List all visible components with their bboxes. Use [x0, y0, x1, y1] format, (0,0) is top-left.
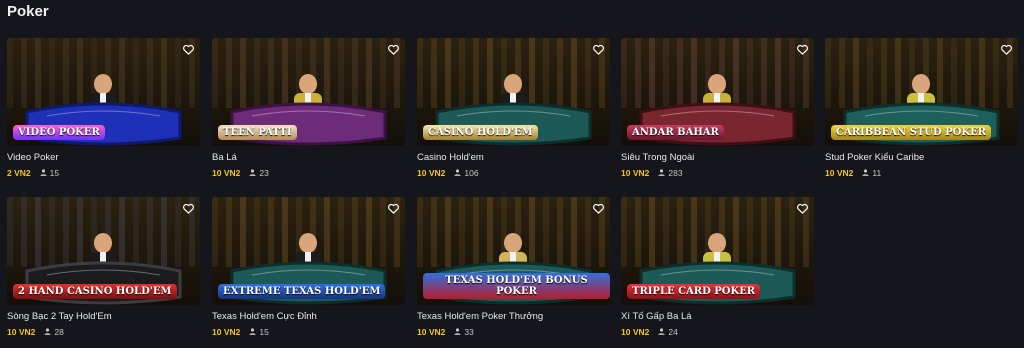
player-count: 23 — [248, 167, 269, 178]
player-count: 28 — [43, 326, 64, 337]
player-count: 106 — [453, 167, 479, 178]
game-meta: 10 VN2 33 — [417, 326, 474, 337]
player-count: 24 — [657, 326, 678, 337]
player-count-value: 283 — [668, 167, 683, 178]
game-thumbnail[interactable]: TEXAS HOLD'EM BONUS POKER — [417, 197, 610, 305]
game-thumbnail[interactable]: CASINO HOLD'EM — [417, 38, 610, 146]
game-thumbnail[interactable]: CARIBBEAN STUD POKER — [825, 38, 1018, 146]
game-card[interactable]: CASINO HOLD'EM Casino Hold'em 10 VN2 106 — [417, 38, 610, 179]
game-thumbnail[interactable]: ANDAR BAHAR — [621, 38, 814, 146]
game-logo: VIDEO POKER — [13, 125, 105, 140]
game-name: Texas Hold'em Poker Thưởng — [417, 311, 544, 322]
player-count: 33 — [453, 326, 474, 337]
favorite-heart-icon[interactable] — [795, 42, 809, 56]
min-bet: 10 VN2 — [212, 326, 241, 337]
game-card[interactable]: TEXAS HOLD'EM BONUS POKER Texas Hold'em … — [417, 197, 610, 338]
game-logo: ANDAR BAHAR — [627, 125, 724, 140]
game-logo: TEXAS HOLD'EM BONUS POKER — [423, 273, 610, 299]
person-icon — [657, 168, 668, 177]
favorite-heart-icon[interactable] — [386, 42, 400, 56]
person-icon — [248, 168, 259, 177]
person-icon — [453, 327, 464, 336]
game-card[interactable]: ANDAR BAHAR Siêu Trong Ngoài 10 VN2 283 — [621, 38, 814, 179]
game-card[interactable]: TEEN PATTI Ba Lá 10 VN2 23 — [212, 38, 405, 179]
game-name: Stud Poker Kiểu Caribe — [825, 152, 925, 163]
game-card[interactable]: TRIPLE CARD POKER Xì Tố Gấp Ba Lá 10 VN2… — [621, 197, 814, 338]
favorite-heart-icon[interactable] — [386, 201, 400, 215]
player-count-value: 15 — [49, 167, 60, 178]
person-icon — [657, 327, 668, 336]
player-count: 15 — [39, 168, 59, 178]
game-logo: CARIBBEAN STUD POKER — [831, 125, 992, 140]
game-grid: VIDEO POKER Video Poker 2 VN2 15 TEEN PA… — [7, 38, 1019, 342]
min-bet: 10 VN2 — [621, 326, 650, 337]
player-count-value: 28 — [54, 326, 64, 337]
section-title: Poker — [7, 3, 49, 20]
game-logo: 2 HAND CASINO HOLD'EM — [13, 284, 177, 299]
favorite-heart-icon[interactable] — [999, 42, 1013, 56]
game-meta: 10 VN2 15 — [212, 326, 269, 337]
min-bet: 2 VN2 — [7, 167, 31, 178]
person-icon — [248, 327, 259, 336]
game-card[interactable]: CARIBBEAN STUD POKER Stud Poker Kiểu Car… — [825, 38, 1018, 179]
game-meta: 10 VN2 24 — [621, 326, 678, 337]
game-thumbnail[interactable]: EXTREME TEXAS HOLD'EM — [212, 197, 405, 305]
person-icon — [39, 168, 50, 177]
game-thumbnail[interactable]: 2 HAND CASINO HOLD'EM — [7, 197, 200, 305]
person-icon — [453, 168, 464, 177]
player-count-value: 33 — [464, 326, 474, 337]
person-icon — [43, 327, 54, 336]
favorite-heart-icon[interactable] — [181, 201, 195, 215]
min-bet: 10 VN2 — [825, 167, 854, 178]
game-card[interactable]: EXTREME TEXAS HOLD'EM Texas Hold'em Cực … — [212, 197, 405, 338]
game-meta: 10 VN2 28 — [7, 326, 64, 337]
favorite-heart-icon[interactable] — [181, 42, 195, 56]
player-count: 283 — [657, 167, 683, 178]
game-meta: 10 VN2 283 — [621, 167, 683, 178]
player-count: 15 — [248, 326, 269, 337]
game-name: Xì Tố Gấp Ba Lá — [621, 311, 692, 322]
game-logo: EXTREME TEXAS HOLD'EM — [218, 284, 386, 299]
player-count-value: 106 — [464, 167, 479, 178]
min-bet: 10 VN2 — [621, 167, 650, 178]
game-logo: CASINO HOLD'EM — [423, 125, 538, 140]
game-thumbnail[interactable]: VIDEO POKER — [7, 38, 200, 146]
game-name: Video Poker — [7, 152, 59, 163]
min-bet: 10 VN2 — [212, 167, 241, 178]
game-meta: 10 VN2 23 — [212, 167, 269, 178]
game-name: Sòng Bạc 2 Tay Hold'Em — [7, 311, 112, 322]
game-name: Texas Hold'em Cực Đỉnh — [212, 311, 317, 322]
game-meta: 10 VN2 106 — [417, 167, 479, 178]
player-count-value: 15 — [259, 326, 269, 337]
player-count-value: 24 — [668, 326, 678, 337]
player-count-value: 11 — [872, 167, 882, 178]
player-count: 11 — [861, 168, 881, 178]
game-thumbnail[interactable]: TEEN PATTI — [212, 38, 405, 146]
game-name: Siêu Trong Ngoài — [621, 152, 695, 163]
min-bet: 10 VN2 — [417, 326, 446, 337]
game-meta: 10 VN2 11 — [825, 167, 881, 178]
min-bet: 10 VN2 — [7, 326, 36, 337]
game-name: Casino Hold'em — [417, 152, 484, 163]
person-icon — [861, 168, 872, 177]
game-card[interactable]: VIDEO POKER Video Poker 2 VN2 15 — [7, 38, 200, 179]
game-name: Ba Lá — [212, 152, 237, 163]
favorite-heart-icon[interactable] — [795, 201, 809, 215]
min-bet: 10 VN2 — [417, 167, 446, 178]
game-logo: TRIPLE CARD POKER — [627, 284, 761, 299]
favorite-heart-icon[interactable] — [591, 42, 605, 56]
favorite-heart-icon[interactable] — [591, 201, 605, 215]
game-logo: TEEN PATTI — [218, 125, 297, 140]
game-thumbnail[interactable]: TRIPLE CARD POKER — [621, 197, 814, 305]
game-meta: 2 VN2 15 — [7, 167, 59, 178]
player-count-value: 23 — [259, 167, 269, 178]
game-card[interactable]: 2 HAND CASINO HOLD'EM Sòng Bạc 2 Tay Hol… — [7, 197, 200, 338]
